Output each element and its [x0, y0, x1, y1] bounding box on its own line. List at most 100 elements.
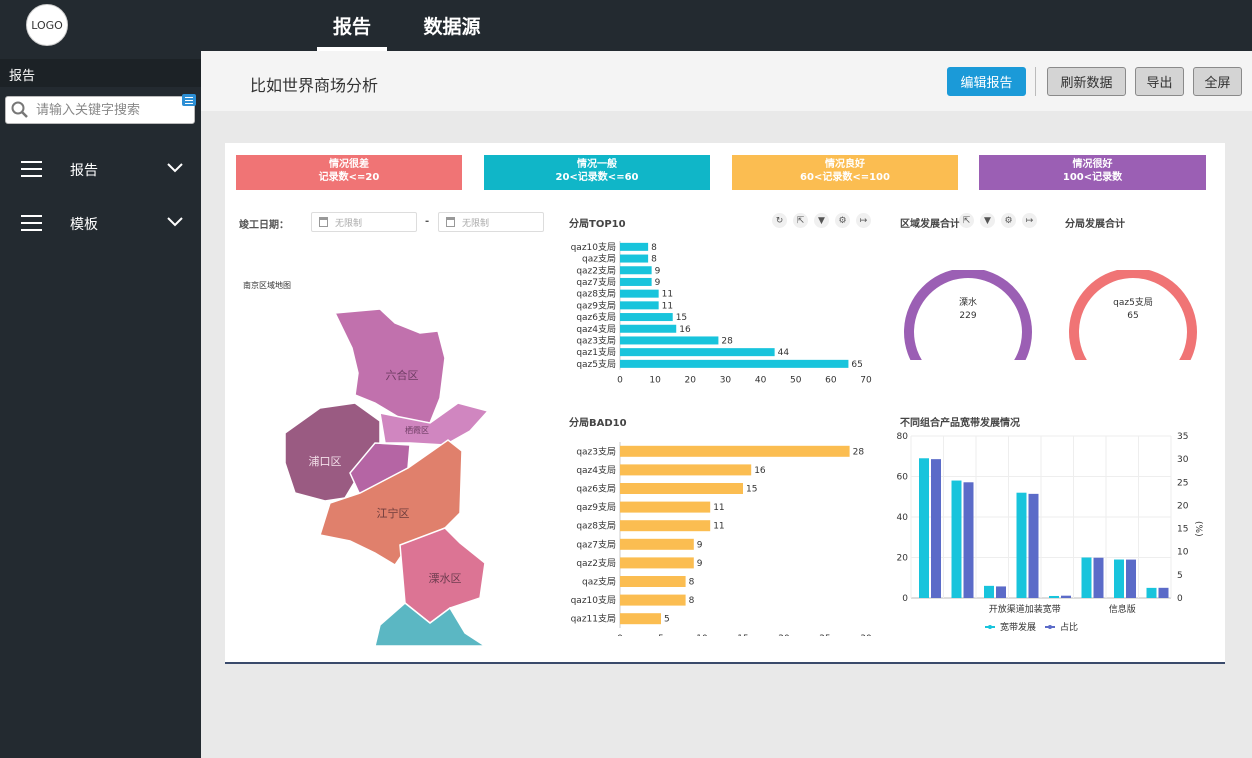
branch-total-title: 分局发展合计	[1065, 219, 1125, 230]
tick-label: 20	[778, 634, 790, 636]
tab-report[interactable]: 报告	[317, 0, 387, 51]
category-label: qaz11支局	[571, 613, 616, 625]
bar	[620, 266, 652, 275]
legend-label: 占比	[1060, 621, 1078, 633]
bar-series-1	[1049, 595, 1059, 598]
tick-label: 20	[897, 554, 909, 564]
sidebar-item-template[interactable]: 模板	[0, 203, 201, 243]
export-icon[interactable]: ↦	[1022, 213, 1037, 228]
category-label: 信息版	[1109, 603, 1136, 615]
calendar-icon	[446, 217, 455, 227]
export-button[interactable]: 导出	[1135, 67, 1184, 96]
expand-icon[interactable]: ⇱	[793, 213, 808, 228]
bar	[620, 289, 659, 298]
logo: LOGO	[26, 4, 68, 46]
data-label: 8	[689, 578, 695, 588]
data-label: 8	[651, 255, 657, 265]
menu-icon	[21, 161, 42, 177]
gear-icon[interactable]: ⚙	[1001, 213, 1016, 228]
expand-icon[interactable]: ⇱	[959, 213, 974, 228]
data-label: 65	[851, 360, 862, 370]
list-icon[interactable]	[182, 94, 196, 106]
branch-gauge: qaz5支局 65	[1069, 270, 1197, 360]
tab-datasource[interactable]: 数据源	[410, 0, 494, 51]
date-to-placeholder: 无限制	[462, 219, 490, 229]
map-title: 南京区域地图	[243, 281, 291, 290]
gear-icon[interactable]: ⚙	[835, 213, 850, 228]
map-label-liuhe: 六合区	[386, 368, 419, 382]
category-label: qaz3支局	[576, 445, 616, 457]
data-label: 11	[662, 301, 673, 311]
search-icon	[11, 101, 28, 118]
search-input[interactable]	[36, 101, 186, 119]
tick-label: 60	[897, 473, 909, 483]
top-bar: LOGO 报告 数据源	[0, 0, 1252, 51]
category-label: qaz9支局	[576, 501, 616, 513]
top10-chart: qaz10支局 8 qaz支局 8 qaz2支局 9 qaz7支局 9 qaz8支局 11 qaz9…	[571, 241, 872, 385]
filter-icon[interactable]: ▼	[814, 213, 829, 228]
tick-label: 0	[902, 594, 908, 604]
tick-label: 30	[860, 634, 872, 636]
category-label: qaz4支局	[576, 464, 616, 476]
tick-label: 0	[617, 376, 623, 385]
bar-series-1	[1016, 492, 1027, 598]
bar	[620, 336, 719, 345]
gauge-value: 229	[959, 311, 976, 321]
top10-title: 分局TOP10	[569, 219, 626, 230]
data-label: 9	[697, 540, 703, 550]
map-label-lishui: 溧水区	[429, 571, 462, 585]
tick-label: 20	[685, 376, 697, 385]
tick-label: 25	[819, 634, 830, 636]
refresh-icon[interactable]: ↻	[772, 213, 787, 228]
data-label: 9	[697, 559, 703, 569]
category-label: qaz2支局	[576, 557, 616, 569]
tick-label: 10	[649, 376, 661, 385]
legend-normal-title: 情况一般	[577, 159, 617, 170]
sidebar-item-report[interactable]: 报告	[0, 149, 201, 189]
refresh-data-button[interactable]: 刷新数据	[1047, 67, 1126, 96]
legend-very-good-range: 100<记录数	[1062, 172, 1123, 183]
tick-label: 30	[1177, 455, 1189, 465]
tick-label: 50	[790, 376, 802, 385]
legend-normal-range: 20<记录数<=60	[555, 172, 639, 183]
sidebar-title: 报告	[0, 59, 201, 87]
tick-label: 10	[1177, 548, 1189, 558]
chevron-down-icon	[167, 163, 183, 173]
legend-dot	[1048, 625, 1052, 629]
date-from-input[interactable]: 无限制	[311, 212, 417, 232]
data-label: 15	[746, 485, 757, 495]
data-label: 8	[689, 596, 695, 606]
menu-icon	[21, 215, 42, 231]
fullscreen-button[interactable]: 全屏	[1193, 67, 1242, 96]
right-axis-label: (%)	[1193, 521, 1203, 537]
tick-label: 10	[696, 634, 708, 636]
bar	[620, 483, 743, 494]
divider	[1035, 67, 1036, 96]
data-label: 9	[655, 278, 661, 288]
data-label: 8	[651, 243, 657, 253]
tick-label: 30	[720, 376, 732, 385]
bar	[620, 594, 686, 606]
export-icon[interactable]: ↦	[856, 213, 871, 228]
category-label: qaz支局	[582, 253, 616, 265]
category-label: qaz5支局	[576, 358, 616, 370]
tick-label: 25	[1177, 478, 1188, 488]
category-label: qaz10支局	[571, 241, 616, 253]
legend-label: 宽带发展	[1000, 621, 1036, 633]
bar-series-2	[1093, 557, 1104, 598]
tick-label: 35	[1177, 432, 1188, 442]
category-label: qaz7支局	[576, 538, 616, 550]
date-to-input[interactable]: 无限制	[438, 212, 544, 232]
category-label: 开放渠道加装宽带	[989, 603, 1061, 615]
bar	[620, 445, 850, 457]
edit-report-button[interactable]: 编辑报告	[947, 67, 1026, 96]
category-label: qaz6支局	[576, 311, 616, 323]
bar-series-1	[1146, 587, 1157, 598]
filter-icon[interactable]: ▼	[980, 213, 995, 228]
page-header: 比如世界商场分析 编辑报告 刷新数据 导出 全屏	[201, 51, 1252, 111]
gauge-label: 溧水	[959, 296, 977, 308]
bar-series-1	[951, 480, 962, 598]
category-label: qaz4支局	[576, 323, 616, 335]
bar	[620, 242, 649, 251]
calendar-icon	[319, 217, 328, 227]
